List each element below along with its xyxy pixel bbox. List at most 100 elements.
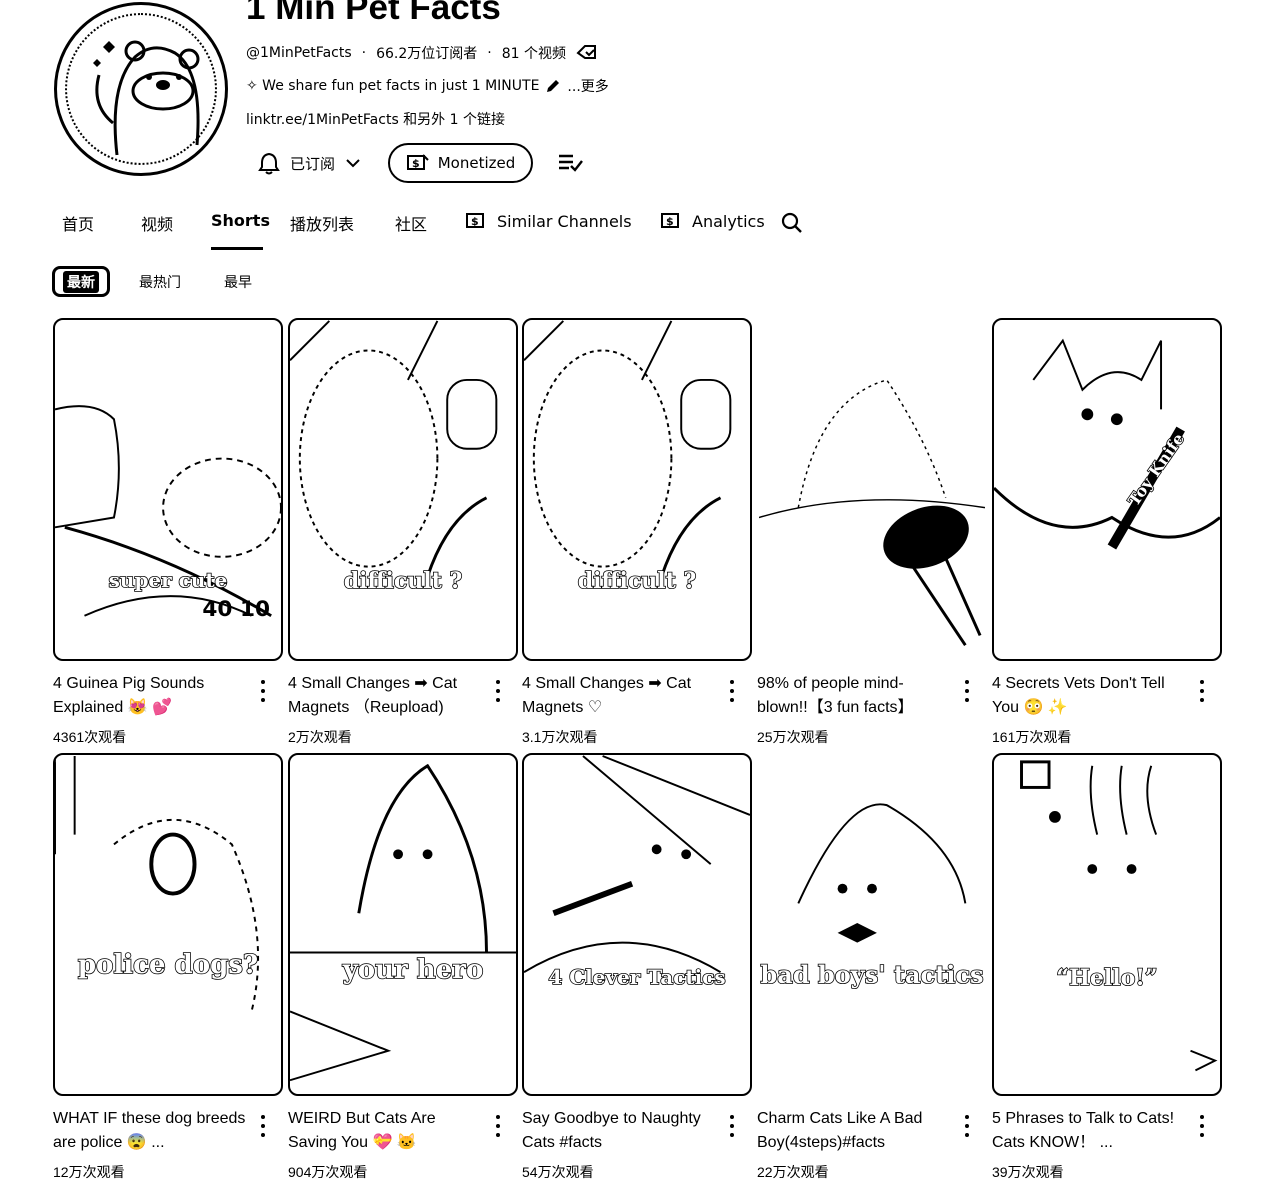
- short-card[interactable]: 4 Clever Tactics Say Goodbye to Naughty …: [522, 753, 752, 1180]
- chevron-down-icon: [346, 159, 360, 168]
- tab-similar-channels[interactable]: $ Similar Channels: [465, 211, 632, 231]
- svg-text:40 10: 40 10: [202, 597, 270, 622]
- chip-label: 最热门: [139, 274, 181, 291]
- chip-label: 最新: [63, 270, 99, 293]
- sort-lines-icon[interactable]: [556, 150, 584, 176]
- short-card[interactable]: police dogs? WHAT IF these dog breeds ar…: [53, 753, 283, 1180]
- short-title[interactable]: 4 Small Changes ➡ Cat Magnets ♡: [522, 672, 718, 720]
- police-dog-image: [55, 755, 260, 1012]
- tab-playlists[interactable]: 播放列表: [290, 211, 354, 235]
- tab-home[interactable]: 首页: [62, 211, 94, 235]
- channel-page: 1 Min Pet Facts @1MinPetFacts · 66.2万位订阅…: [0, 0, 1280, 1187]
- monetized-button[interactable]: $ Monetized: [388, 143, 533, 183]
- thumbnail-caption: “Hello!”: [1056, 964, 1159, 992]
- video-count: 81 个视频: [501, 46, 566, 62]
- subscribed-label: 已订阅: [290, 154, 336, 173]
- thumbnail-caption: 4 Clever Tactics: [548, 964, 727, 990]
- more-vert-icon[interactable]: [961, 1115, 973, 1137]
- more-vert-icon[interactable]: [1196, 1115, 1208, 1137]
- more-vert-icon[interactable]: [726, 1115, 738, 1137]
- subscribed-button[interactable]: 已订阅: [248, 145, 372, 181]
- channel-description[interactable]: ✧ We share fun pet facts in just 1 MINUT…: [246, 76, 609, 96]
- channel-links[interactable]: linktr.ee/1MinPetFacts 和另外 1 个链接: [246, 109, 505, 129]
- more-vert-icon[interactable]: [492, 1115, 504, 1137]
- short-thumbnail[interactable]: bad boys' tactics: [757, 753, 987, 1096]
- channel-meta: @1MinPetFacts · 66.2万位订阅者 · 81 个视频: [246, 43, 598, 63]
- fluffy-cat-image: [524, 320, 732, 577]
- short-views: 4361次观看: [53, 729, 127, 745]
- chip-oldest[interactable]: 最早: [214, 266, 262, 297]
- short-thumbnail[interactable]: 4 Clever Tactics: [522, 753, 752, 1096]
- short-views: 12万次观看: [53, 1164, 125, 1180]
- tab-shorts[interactable]: Shorts: [211, 211, 270, 230]
- short-title[interactable]: WHAT IF these dog breeds are police 😨 ..…: [53, 1107, 249, 1155]
- short-thumbnail[interactable]: your hero: [288, 753, 518, 1096]
- dollar-icon: $: [661, 213, 679, 228]
- otter-avatar-icon: [93, 40, 200, 156]
- short-thumbnail[interactable]: 40 10 super cute: [53, 318, 283, 661]
- short-card[interactable]: 98% of people mind-blown!!【3 fun facts】 …: [757, 318, 987, 745]
- short-thumbnail[interactable]: “Hello!”: [992, 753, 1222, 1096]
- fluffy-cat-image: [290, 320, 498, 577]
- short-thumbnail[interactable]: difficult ?: [288, 318, 518, 661]
- dollar-icon: $: [406, 154, 429, 170]
- short-views: 54万次观看: [522, 1164, 594, 1180]
- channel-avatar[interactable]: [54, 2, 228, 176]
- short-thumbnail[interactable]: difficult ?: [522, 318, 752, 661]
- short-title[interactable]: 4 Guinea Pig Sounds Explained 😻 💕: [53, 672, 249, 720]
- short-title[interactable]: WEIRD But Cats Are Saving You 💝 🐱: [288, 1107, 484, 1155]
- svg-text:$: $: [471, 215, 479, 228]
- more-vert-icon[interactable]: [1196, 680, 1208, 702]
- short-card[interactable]: “Hello!” 5 Phrases to Talk to Cats! Cats…: [992, 753, 1222, 1180]
- short-thumbnail[interactable]: Toy Knife: [992, 318, 1222, 661]
- channel-tabs: 首页 视频 Shorts 播放列表 社区 $ Similar Channels …: [0, 204, 820, 250]
- short-title[interactable]: 5 Phrases to Talk to Cats! Cats KNOW！ ..…: [992, 1107, 1188, 1155]
- tab-analytics[interactable]: $ Analytics: [660, 211, 765, 231]
- short-title[interactable]: 4 Small Changes ➡ Cat Magnets （Reupload): [288, 672, 484, 720]
- tab-label: Analytics: [692, 211, 765, 231]
- thumbnail-caption: super cute: [108, 567, 228, 593]
- short-title[interactable]: 98% of people mind-blown!!【3 fun facts】: [757, 672, 953, 720]
- tab-community[interactable]: 社区: [395, 211, 427, 235]
- short-card[interactable]: your hero WEIRD But Cats Are Saving You …: [288, 753, 518, 1180]
- tab-label: 社区: [395, 215, 428, 234]
- channel-handle: @1MinPetFacts: [246, 45, 352, 61]
- more-vert-icon[interactable]: [492, 680, 504, 702]
- chip-popular[interactable]: 最热门: [130, 266, 190, 297]
- more-vert-icon[interactable]: [257, 680, 269, 702]
- thumbnail-caption: your hero: [342, 954, 484, 986]
- short-views: 3.1万次观看: [522, 729, 598, 745]
- more-vert-icon[interactable]: [726, 680, 738, 702]
- microphone-image: [759, 379, 985, 647]
- thumbnail-caption: bad boys' tactics: [760, 959, 985, 990]
- guinea-pig-image: 40 10: [55, 405, 281, 622]
- short-card[interactable]: 40 10 super cute 4 Guinea Pig Sounds Exp…: [53, 318, 283, 745]
- meta-separator: ·: [487, 45, 492, 61]
- tab-label: 首页: [62, 215, 95, 234]
- chip-latest[interactable]: 最新: [52, 266, 110, 297]
- monetized-label: Monetized: [437, 154, 516, 172]
- short-title[interactable]: Charm Cats Like A Bad Boy(4steps)#facts: [757, 1107, 953, 1155]
- tag-check-icon[interactable]: [576, 44, 598, 62]
- short-card[interactable]: difficult ? 4 Small Changes ➡ Cat Magnet…: [522, 318, 752, 745]
- svg-text:$: $: [666, 215, 674, 228]
- cat-hello-image: [1020, 760, 1218, 1072]
- more-vert-icon[interactable]: [961, 680, 973, 702]
- short-views: 2万次观看: [288, 729, 352, 745]
- short-thumbnail[interactable]: police dogs?: [53, 753, 283, 1096]
- short-card[interactable]: Toy Knife 4 Secrets Vets Don't Tell You …: [992, 318, 1222, 745]
- cat-pointing-image: [524, 755, 750, 973]
- search-icon[interactable]: [780, 211, 804, 235]
- short-card[interactable]: bad boys' tactics Charm Cats Like A Bad …: [757, 753, 987, 1180]
- short-card[interactable]: difficult ? 4 Small Changes ➡ Cat Magnet…: [288, 318, 518, 745]
- more-link[interactable]: ...更多: [567, 76, 608, 96]
- bell-icon: [258, 152, 280, 175]
- chip-label: 最早: [224, 274, 252, 291]
- short-title[interactable]: Say Goodbye to Naughty Cats #facts: [522, 1107, 718, 1155]
- short-title[interactable]: 4 Secrets Vets Don't Tell You 😳 ✨: [992, 672, 1188, 720]
- tab-videos[interactable]: 视频: [141, 211, 173, 235]
- short-thumbnail[interactable]: [757, 318, 987, 661]
- description-text: ✧ We share fun pet facts in just 1 MINUT…: [246, 78, 540, 94]
- short-views: 22万次观看: [757, 1164, 829, 1180]
- more-vert-icon[interactable]: [257, 1115, 269, 1137]
